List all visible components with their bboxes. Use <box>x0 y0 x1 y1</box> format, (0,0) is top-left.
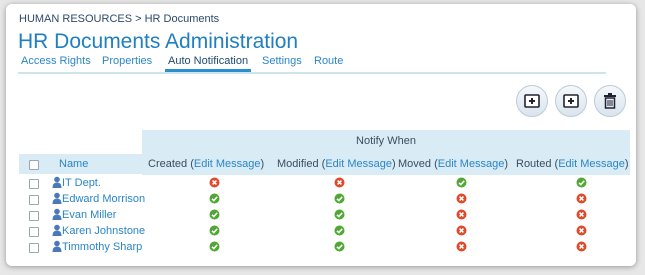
row-name-link[interactable]: Karen Johnstone <box>62 225 145 237</box>
tab-route[interactable]: Route <box>314 55 343 67</box>
x-icon[interactable] <box>576 209 587 220</box>
x-icon[interactable] <box>576 241 587 252</box>
tab-auto-notification[interactable]: Auto Notification <box>164 55 252 72</box>
tab-bar: Access Rights Properties Auto Notificati… <box>18 54 606 74</box>
row-name-link[interactable]: IT Dept. <box>62 177 101 189</box>
user-icon <box>52 240 62 252</box>
check-icon[interactable] <box>209 193 220 204</box>
page-title: HR Documents Administration <box>18 30 299 53</box>
modified-label: Modified <box>277 158 319 170</box>
table-row: Karen Johnstone <box>19 223 630 239</box>
table-row: Timmothy Sharp <box>19 239 630 255</box>
x-icon[interactable] <box>456 209 467 220</box>
user-icon <box>52 208 62 220</box>
created-edit-message-link[interactable]: Edit Message <box>194 158 261 170</box>
x-icon[interactable] <box>576 225 587 236</box>
main-panel: HUMAN RESOURCES > HR Documents HR Docume… <box>6 4 636 266</box>
x-icon[interactable] <box>456 241 467 252</box>
row-name-link[interactable]: Timmothy Sharp <box>62 241 142 253</box>
row-checkbox[interactable] <box>29 243 39 253</box>
created-column-header: Created (Edit Message) <box>148 158 265 170</box>
add-button[interactable] <box>516 85 548 117</box>
modified-column-header: Modified (Edit Message) <box>277 158 396 170</box>
tab-settings[interactable]: Settings <box>262 55 302 67</box>
x-icon[interactable] <box>456 193 467 204</box>
moved-column-header: Moved (Edit Message) <box>398 158 509 170</box>
row-checkbox[interactable] <box>29 211 39 221</box>
modified-edit-message-link[interactable]: Edit Message <box>325 158 392 170</box>
table-row: IT Dept. <box>19 175 630 191</box>
moved-label: Moved <box>398 158 432 170</box>
check-icon[interactable] <box>334 241 345 252</box>
check-icon[interactable] <box>209 225 220 236</box>
select-all-checkbox[interactable] <box>29 160 39 170</box>
user-icon <box>52 224 62 236</box>
x-icon[interactable] <box>209 177 220 188</box>
x-icon[interactable] <box>576 193 587 204</box>
table-row: Evan Miller <box>19 207 630 223</box>
breadcrumb: HUMAN RESOURCES > HR Documents <box>19 13 220 25</box>
check-icon[interactable] <box>576 177 587 188</box>
delete-button[interactable] <box>594 85 626 117</box>
user-icon <box>52 192 62 204</box>
check-icon[interactable] <box>209 241 220 252</box>
check-icon[interactable] <box>209 209 220 220</box>
routed-label: Routed <box>516 158 552 170</box>
trash-icon <box>604 93 616 109</box>
routed-column-header: Routed (Edit Message) <box>516 158 629 170</box>
add-icon <box>524 94 540 108</box>
name-column-header[interactable]: Name <box>59 158 88 170</box>
routed-edit-message-link[interactable]: Edit Message <box>558 158 625 170</box>
notify-when-header: Notify When <box>356 135 416 147</box>
row-name-link[interactable]: Edward Morrison <box>62 193 145 205</box>
row-checkbox[interactable] <box>29 195 39 205</box>
tab-properties[interactable]: Properties <box>102 55 152 67</box>
check-icon[interactable] <box>334 225 345 236</box>
x-icon[interactable] <box>456 225 467 236</box>
tab-access-rights[interactable]: Access Rights <box>21 55 91 67</box>
user-icon <box>52 176 62 188</box>
row-checkbox[interactable] <box>29 179 39 189</box>
created-label: Created <box>148 158 188 170</box>
check-icon[interactable] <box>456 177 467 188</box>
add-item-button[interactable] <box>555 85 587 117</box>
moved-edit-message-link[interactable]: Edit Message <box>438 158 505 170</box>
add-icon <box>563 94 579 108</box>
check-icon[interactable] <box>334 209 345 220</box>
table-row: Edward Morrison <box>19 191 630 207</box>
row-checkbox[interactable] <box>29 227 39 237</box>
x-icon[interactable] <box>334 177 345 188</box>
row-name-link[interactable]: Evan Miller <box>62 209 116 221</box>
table-header-row: Name Created (Edit Message) Modified (Ed… <box>19 154 630 174</box>
check-icon[interactable] <box>334 193 345 204</box>
